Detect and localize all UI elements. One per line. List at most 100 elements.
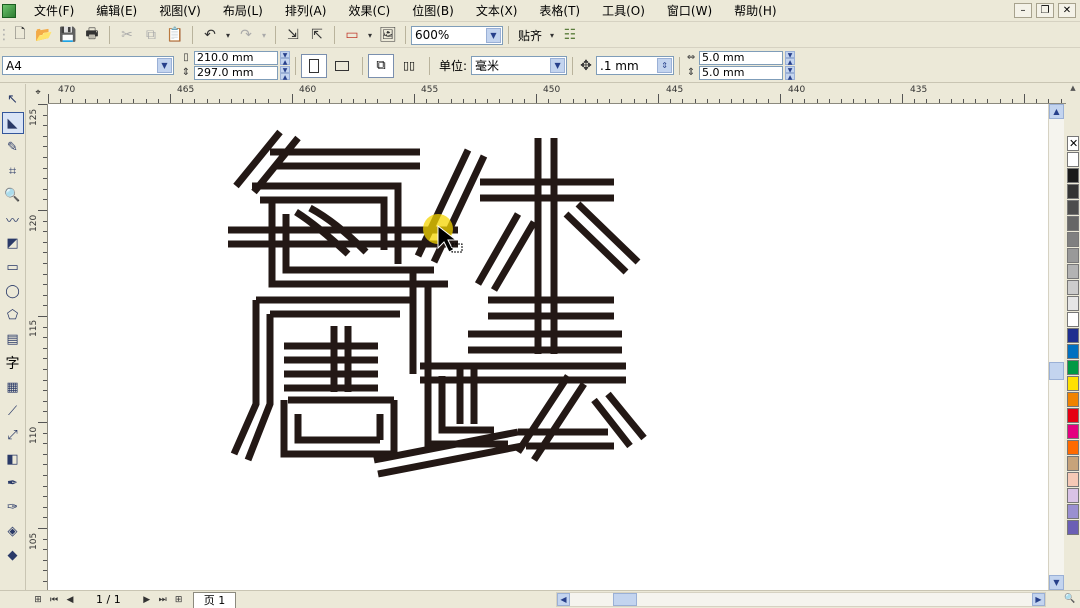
minimize-icon[interactable]: –: [1014, 3, 1032, 18]
undo-icon[interactable]: ↶: [198, 24, 222, 46]
chevron-down-icon[interactable]: ▼: [157, 58, 172, 73]
table-tool-icon[interactable]: ▦: [2, 376, 24, 398]
navigator-zoom-icon[interactable]: 🔍: [1062, 592, 1078, 606]
menu-help[interactable]: 帮助(H): [726, 1, 784, 21]
scroll-down-icon[interactable]: ▼: [1049, 575, 1064, 590]
connector-tool-icon[interactable]: ⤢: [2, 424, 24, 446]
export-icon[interactable]: ⇱: [305, 24, 329, 46]
color-swatch[interactable]: [1067, 360, 1079, 375]
page-tab[interactable]: 页 1: [192, 591, 237, 608]
menu-layout[interactable]: 布局(L): [215, 1, 271, 21]
color-swatch[interactable]: [1067, 264, 1079, 279]
shape-tool-icon[interactable]: ◣: [1, 112, 24, 134]
color-swatch[interactable]: [1067, 424, 1079, 439]
menu-bitmaps[interactable]: 位图(B): [404, 1, 462, 21]
units-combo[interactable]: 毫米 ▼: [471, 56, 568, 75]
color-swatch[interactable]: [1067, 152, 1079, 167]
menu-tools[interactable]: 工具(O): [594, 1, 653, 21]
smudge-brush-icon[interactable]: ✎: [2, 136, 24, 158]
page-size-combo[interactable]: A4 ▼: [2, 56, 174, 75]
color-swatch[interactable]: [1067, 472, 1079, 487]
color-swatch[interactable]: [1067, 216, 1079, 231]
scroll-up-icon[interactable]: ▲: [1049, 104, 1064, 119]
current-page-button[interactable]: ▯▯: [396, 54, 422, 78]
paste-icon[interactable]: 📋: [163, 24, 187, 46]
color-swatch[interactable]: [1067, 248, 1079, 263]
pick-tool-icon[interactable]: ↖: [2, 88, 24, 110]
nudge-spinner-icon[interactable]: ⇕: [657, 58, 673, 73]
print-icon[interactable]: 🖶: [80, 24, 104, 46]
ruler-origin[interactable]: ⌖: [28, 84, 48, 104]
vertical-scroll-thumb[interactable]: [1049, 362, 1064, 380]
app-icon[interactable]: [2, 3, 16, 18]
snap-dropdown-icon[interactable]: ▾: [546, 24, 558, 46]
copy-icon[interactable]: ⧉: [139, 24, 163, 46]
vertical-scrollbar[interactable]: ▲ ▼: [1048, 104, 1064, 590]
redo-dropdown-icon[interactable]: ▾: [258, 24, 270, 46]
vertical-ruler[interactable]: 125 120 115 110 105: [28, 104, 48, 590]
zoom-level-combo[interactable]: 600% ▼: [411, 25, 503, 45]
chevron-down-icon[interactable]: ▼: [486, 27, 501, 43]
menu-table[interactable]: 表格(T): [531, 1, 588, 21]
color-swatch[interactable]: [1067, 168, 1079, 183]
previous-page-icon[interactable]: ◀: [62, 593, 78, 607]
menu-edit[interactable]: 编辑(E): [88, 1, 145, 21]
menu-file[interactable]: 文件(F): [26, 1, 82, 21]
color-swatch[interactable]: [1067, 504, 1079, 519]
rectangle-tool-icon[interactable]: ▭: [2, 256, 24, 278]
open-folder-icon[interactable]: 📂: [32, 24, 56, 46]
portrait-button[interactable]: [301, 53, 327, 78]
horizontal-scrollbar[interactable]: ◀ ▶: [556, 592, 1046, 607]
polygon-tool-icon[interactable]: ⬠: [2, 304, 24, 326]
ellipse-tool-icon[interactable]: ◯: [2, 280, 24, 302]
scroll-left-icon[interactable]: ◀: [557, 593, 570, 606]
menu-effects[interactable]: 效果(C): [340, 1, 398, 21]
launcher-dropdown-icon[interactable]: ▾: [364, 24, 376, 46]
welcome-screen-icon[interactable]: 🖼: [376, 24, 400, 46]
color-swatch[interactable]: [1067, 344, 1079, 359]
new-document-icon[interactable]: 🗋: [8, 24, 32, 46]
landscape-button[interactable]: [329, 54, 355, 78]
all-pages-button[interactable]: ⧉: [368, 53, 394, 78]
color-swatch[interactable]: [1067, 328, 1079, 343]
color-swatch[interactable]: [1067, 200, 1079, 215]
horizontal-ruler[interactable]: 470 465 460 455 450 445 440 435: [48, 84, 1066, 104]
page-width-field[interactable]: 210.0 mm: [194, 51, 278, 65]
horizontal-scroll-thumb[interactable]: [613, 593, 637, 606]
color-swatch[interactable]: [1067, 392, 1079, 407]
undo-dropdown-icon[interactable]: ▾: [222, 24, 234, 46]
menu-window[interactable]: 窗口(W): [659, 1, 720, 21]
height-spinner[interactable]: ▼ ▲: [280, 66, 290, 81]
fill-tool-icon[interactable]: ◈: [2, 520, 24, 542]
page-height-field[interactable]: 297.0 mm: [194, 66, 278, 80]
dup-x-spinner[interactable]: ▼ ▲: [785, 51, 796, 66]
page-setup-icon[interactable]: ⊞: [30, 593, 46, 607]
menu-arrange[interactable]: 排列(A): [277, 1, 335, 21]
first-page-icon[interactable]: ⏮: [46, 593, 62, 607]
scroll-right-icon[interactable]: ▶: [1032, 593, 1045, 606]
freehand-tool-icon[interactable]: 〰: [2, 208, 24, 230]
color-swatch[interactable]: [1067, 280, 1079, 295]
dimension-tool-icon[interactable]: ⟋: [2, 400, 24, 422]
color-swatch[interactable]: [1067, 456, 1079, 471]
palette-scroll-up-icon[interactable]: ▲: [1067, 84, 1079, 92]
color-swatch[interactable]: [1067, 488, 1079, 503]
last-page-icon[interactable]: ⏭: [155, 593, 171, 607]
save-icon[interactable]: 💾: [56, 24, 80, 46]
color-swatch[interactable]: [1067, 296, 1079, 311]
options-icon[interactable]: ☷: [558, 24, 582, 46]
interactive-fill-icon[interactable]: ◆: [2, 544, 24, 566]
smart-fill-icon[interactable]: ◩: [2, 232, 24, 254]
eyedropper-icon[interactable]: ✒: [2, 472, 24, 494]
width-spinner[interactable]: ▼ ▲: [280, 51, 290, 66]
chevron-down-icon[interactable]: ▼: [550, 58, 566, 73]
dup-y-spinner[interactable]: ▼ ▲: [785, 66, 796, 81]
color-swatch[interactable]: [1067, 312, 1079, 327]
redo-icon[interactable]: ↷: [234, 24, 258, 46]
snap-to-button[interactable]: 贴齐: [518, 27, 542, 44]
color-swatch[interactable]: [1067, 232, 1079, 247]
close-icon[interactable]: ✕: [1058, 3, 1076, 18]
add-page-icon[interactable]: ⊞: [171, 593, 187, 607]
no-fill-swatch[interactable]: ✕: [1067, 136, 1079, 151]
drawing-canvas[interactable]: [48, 104, 1048, 590]
